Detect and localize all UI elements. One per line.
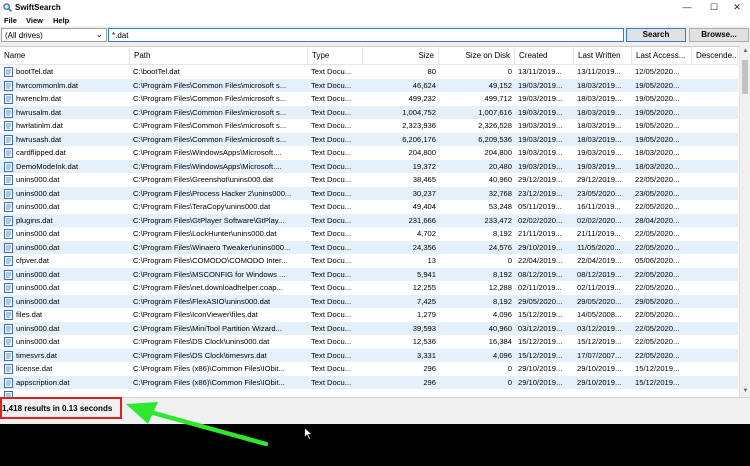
mouse-pointer-icon <box>304 427 313 440</box>
annotation-arrow-icon <box>126 402 269 447</box>
